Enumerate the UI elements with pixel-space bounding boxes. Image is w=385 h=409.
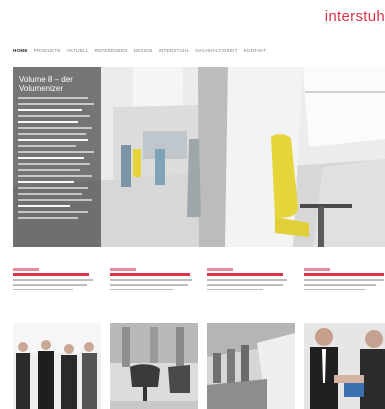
teaser-text-line [304, 288, 366, 291]
hero-text-line [18, 115, 90, 117]
teaser-headline-placeholder [13, 273, 89, 276]
nav-kontakt[interactable]: KONTAKT [244, 48, 267, 53]
news-teaser[interactable] [13, 268, 101, 291]
hero-text-line [18, 103, 94, 105]
news-thumbnails [13, 323, 385, 409]
hero-text-panel: Volume 8 – der Volumenizer [13, 67, 101, 247]
nav-home[interactable]: HOME [13, 48, 28, 53]
teaser-text-line [110, 283, 188, 286]
hero-text-line [18, 193, 82, 195]
news-teaser[interactable] [304, 268, 385, 291]
nav-interstuhl[interactable]: INTERSTUHL [159, 48, 190, 53]
chair-photo [110, 323, 198, 409]
thumbnail-people[interactable] [13, 323, 101, 409]
teaser-text-line [207, 279, 287, 281]
hero-text-line [18, 133, 86, 135]
handshake-photo [304, 323, 385, 409]
hero-text-line [18, 139, 88, 141]
teaser-category-placeholder [207, 268, 233, 271]
hero-banner[interactable]: Volume 8 – der Volumenizer [13, 67, 385, 247]
hero-text-line [18, 151, 94, 153]
teaser-text-line [110, 288, 174, 291]
hero-text-line [18, 205, 70, 207]
hero-text-line [18, 217, 78, 219]
hero-text-line [18, 199, 92, 201]
nav-produkte[interactable]: PRODUKTE [34, 48, 61, 53]
thumbnail-handshake[interactable] [304, 323, 385, 409]
brand-logo[interactable]: interstuh [325, 8, 385, 25]
hero-text-line [18, 163, 90, 165]
people-photo [13, 323, 101, 409]
hero-text-line [18, 175, 92, 177]
teaser-text-line [207, 288, 263, 291]
hero-text-line [18, 121, 78, 123]
hero-text-line [18, 211, 88, 213]
teaser-category-placeholder [110, 268, 136, 271]
teaser-headline-placeholder [110, 273, 190, 276]
thumbnail-auditorium[interactable] [207, 323, 295, 409]
thumbnail-chair-showroom[interactable] [110, 323, 198, 409]
teaser-headline-placeholder [207, 273, 283, 276]
hero-text-line [18, 181, 74, 183]
teaser-text-line [207, 283, 283, 286]
hero-text-line [18, 169, 80, 171]
teaser-text-line [13, 279, 93, 281]
news-teaser[interactable] [207, 268, 295, 291]
teaser-category-placeholder [304, 268, 330, 271]
hero-text-line [18, 127, 92, 129]
teaser-headline-placeholder [304, 273, 384, 276]
hero-text-line [18, 157, 84, 159]
teaser-text-line [304, 279, 384, 281]
hero-text-line [18, 145, 76, 147]
teaser-text-line [110, 279, 192, 281]
main-nav: HOME PRODUKTE AKTUELL REFERENZEN DESIGN … [13, 48, 266, 53]
teaser-text-line [13, 283, 87, 286]
hero-text-line [18, 97, 88, 99]
teaser-category-placeholder [13, 268, 39, 271]
hero-text-line [18, 109, 82, 111]
hero-text-line [18, 187, 88, 189]
teaser-text-line [304, 283, 376, 286]
news-teaser[interactable] [110, 268, 198, 291]
news-teasers [13, 268, 385, 318]
nav-aktuell[interactable]: AKTUELL [67, 48, 89, 53]
teaser-text-line [13, 288, 73, 291]
nav-design[interactable]: DESIGN [134, 48, 153, 53]
nav-referenzen[interactable]: REFERENZEN [95, 48, 128, 53]
hero-title[interactable]: Volume 8 – der Volumenizer [19, 75, 97, 93]
auditorium-photo [207, 323, 295, 409]
nav-nachhaltigkeit[interactable]: NACHHALTIGKEIT [195, 48, 237, 53]
